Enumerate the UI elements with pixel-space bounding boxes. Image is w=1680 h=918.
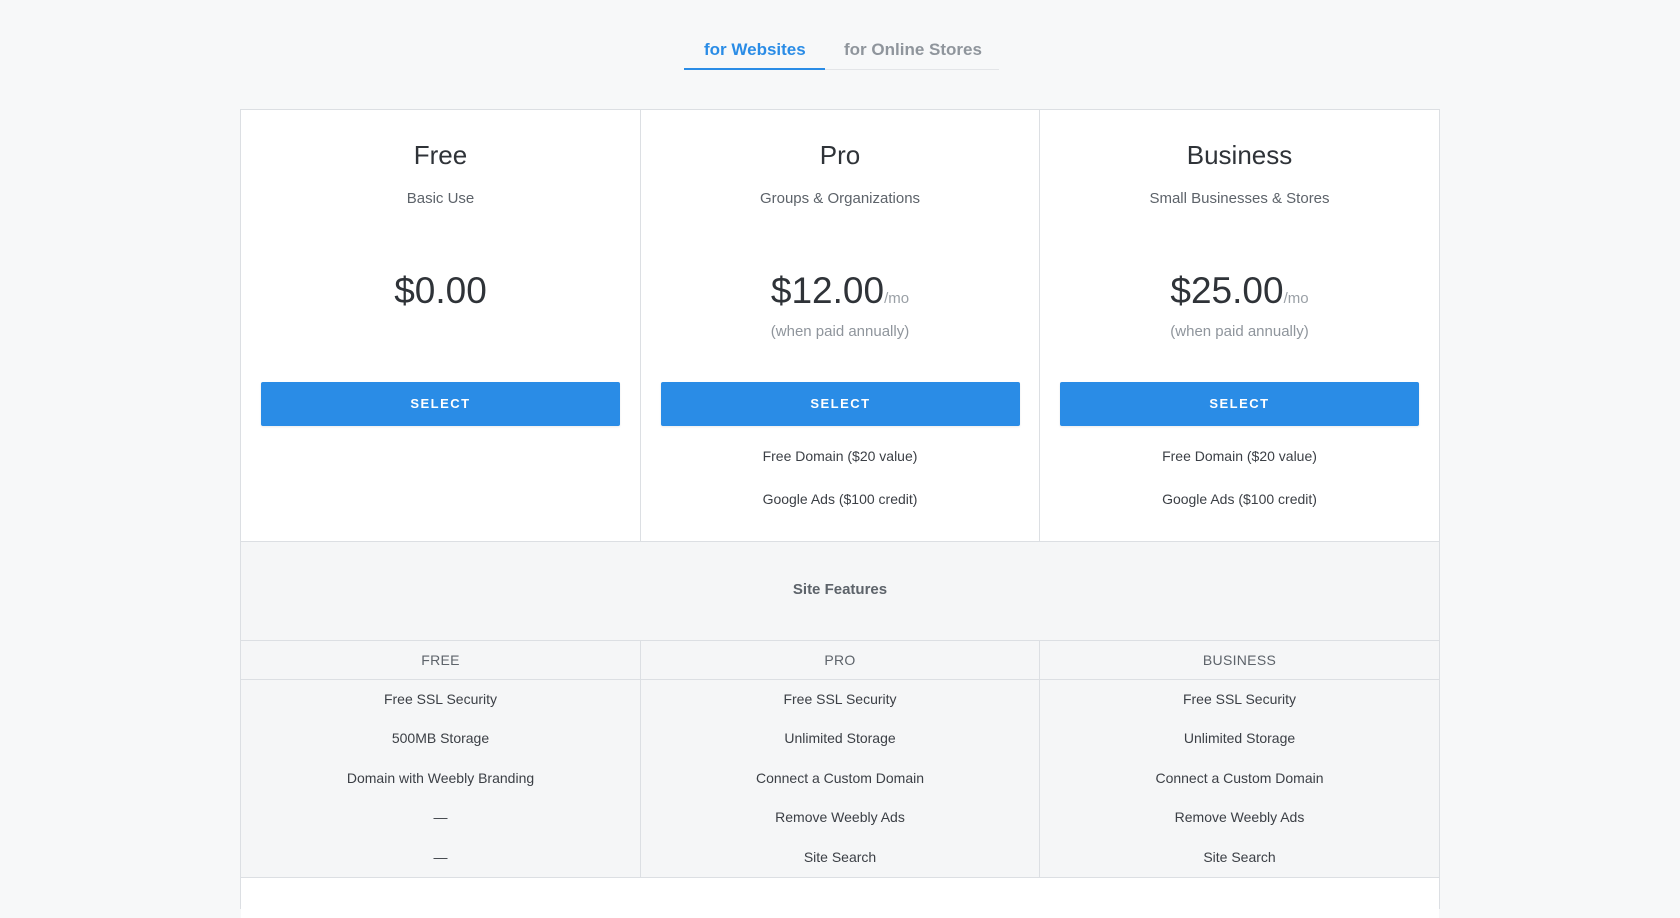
perk-google-ads: Google Ads ($100 credit) bbox=[1162, 491, 1317, 507]
price-period: /mo bbox=[1283, 290, 1309, 307]
plan-subtitle: Basic Use bbox=[406, 190, 475, 207]
perk-free-domain: Free Domain ($20 value) bbox=[1162, 448, 1317, 464]
pricing-table: Free Basic Use $0.00 SELECT Pro Groups &… bbox=[240, 109, 1440, 918]
plan-price: $25.00/mo bbox=[1040, 270, 1439, 312]
plan-subtitle: Groups & Organizations bbox=[759, 190, 921, 207]
feature-row: — Site Search Site Search bbox=[241, 837, 1439, 877]
billing-note: (when paid annually) bbox=[1170, 323, 1309, 340]
plan-cards: Free Basic Use $0.00 SELECT Pro Groups &… bbox=[241, 110, 1439, 542]
feature-cell: Free SSL Security bbox=[383, 691, 498, 707]
plan-free: Free Basic Use $0.00 SELECT bbox=[241, 110, 640, 541]
feature-row: — Remove Weebly Ads Remove Weebly Ads bbox=[241, 798, 1439, 838]
section-title: Site Features bbox=[792, 581, 888, 598]
feature-cell: Remove Weebly Ads bbox=[640, 798, 1039, 838]
feature-cell: Site Search bbox=[640, 837, 1039, 877]
select-pro-button[interactable]: SELECT bbox=[661, 382, 1020, 426]
feature-row: 500MB Storage Unlimited Storage Unlimite… bbox=[241, 719, 1439, 759]
feature-cell: Unlimited Storage bbox=[640, 719, 1039, 759]
tab-for-websites[interactable]: for Websites bbox=[704, 40, 806, 60]
tab-for-online-stores[interactable]: for Online Stores bbox=[844, 40, 982, 60]
plan-name: Free bbox=[413, 140, 468, 170]
feature-cell: Unlimited Storage bbox=[1039, 719, 1439, 759]
price-amount: $12.00 bbox=[770, 270, 885, 311]
plan-business: Business Small Businesses & Stores $25.0… bbox=[1039, 110, 1439, 541]
feature-cell: Connect a Custom Domain bbox=[640, 758, 1039, 799]
feature-rows: Free SSL Security Free SSL Security Free… bbox=[241, 680, 1439, 877]
feature-column-headers: FREE PRO BUSINESS bbox=[241, 641, 1439, 680]
active-tab-indicator bbox=[684, 68, 825, 70]
price-amount: $0.00 bbox=[394, 270, 487, 311]
perk-free-domain: Free Domain ($20 value) bbox=[762, 448, 918, 464]
column-header-business: BUSINESS bbox=[1039, 641, 1439, 679]
feature-cell: Free SSL Security bbox=[640, 680, 1039, 720]
plan-name: Business bbox=[1186, 140, 1293, 170]
column-header-free: FREE bbox=[421, 652, 460, 668]
feature-cell: Remove Weebly Ads bbox=[1039, 798, 1439, 838]
plan-price: $12.00/mo bbox=[641, 270, 1039, 312]
feature-cell: 500MB Storage bbox=[391, 730, 490, 747]
price-period: /mo bbox=[884, 290, 910, 307]
next-section-strip bbox=[241, 878, 1439, 918]
feature-row: Domain with Weebly Branding Connect a Cu… bbox=[241, 758, 1439, 799]
select-business-button[interactable]: SELECT bbox=[1060, 382, 1419, 426]
billing-note: (when paid annually) bbox=[770, 323, 910, 340]
plan-type-tabs: for Websites for Online Stores bbox=[684, 30, 999, 70]
site-features-header: Site Features bbox=[241, 541, 1439, 641]
plan-pro: Pro Groups & Organizations $12.00/mo (wh… bbox=[640, 110, 1039, 541]
price-amount: $25.00 bbox=[1170, 270, 1284, 311]
feature-cell: Domain with Weebly Branding bbox=[346, 769, 535, 786]
perk-google-ads: Google Ads ($100 credit) bbox=[762, 491, 918, 507]
select-free-button[interactable]: SELECT bbox=[261, 382, 620, 426]
feature-row: Free SSL Security Free SSL Security Free… bbox=[241, 680, 1439, 720]
feature-cell: Free SSL Security bbox=[1039, 680, 1439, 720]
plan-name: Pro bbox=[819, 140, 861, 170]
feature-cell: — bbox=[433, 848, 448, 865]
feature-cell: Site Search bbox=[1039, 837, 1439, 877]
column-header-pro: PRO bbox=[640, 641, 1039, 679]
plan-subtitle: Small Businesses & Stores bbox=[1149, 190, 1330, 207]
feature-cell: — bbox=[433, 809, 448, 826]
plan-price: $0.00 bbox=[241, 270, 640, 312]
feature-cell: Connect a Custom Domain bbox=[1039, 758, 1439, 799]
